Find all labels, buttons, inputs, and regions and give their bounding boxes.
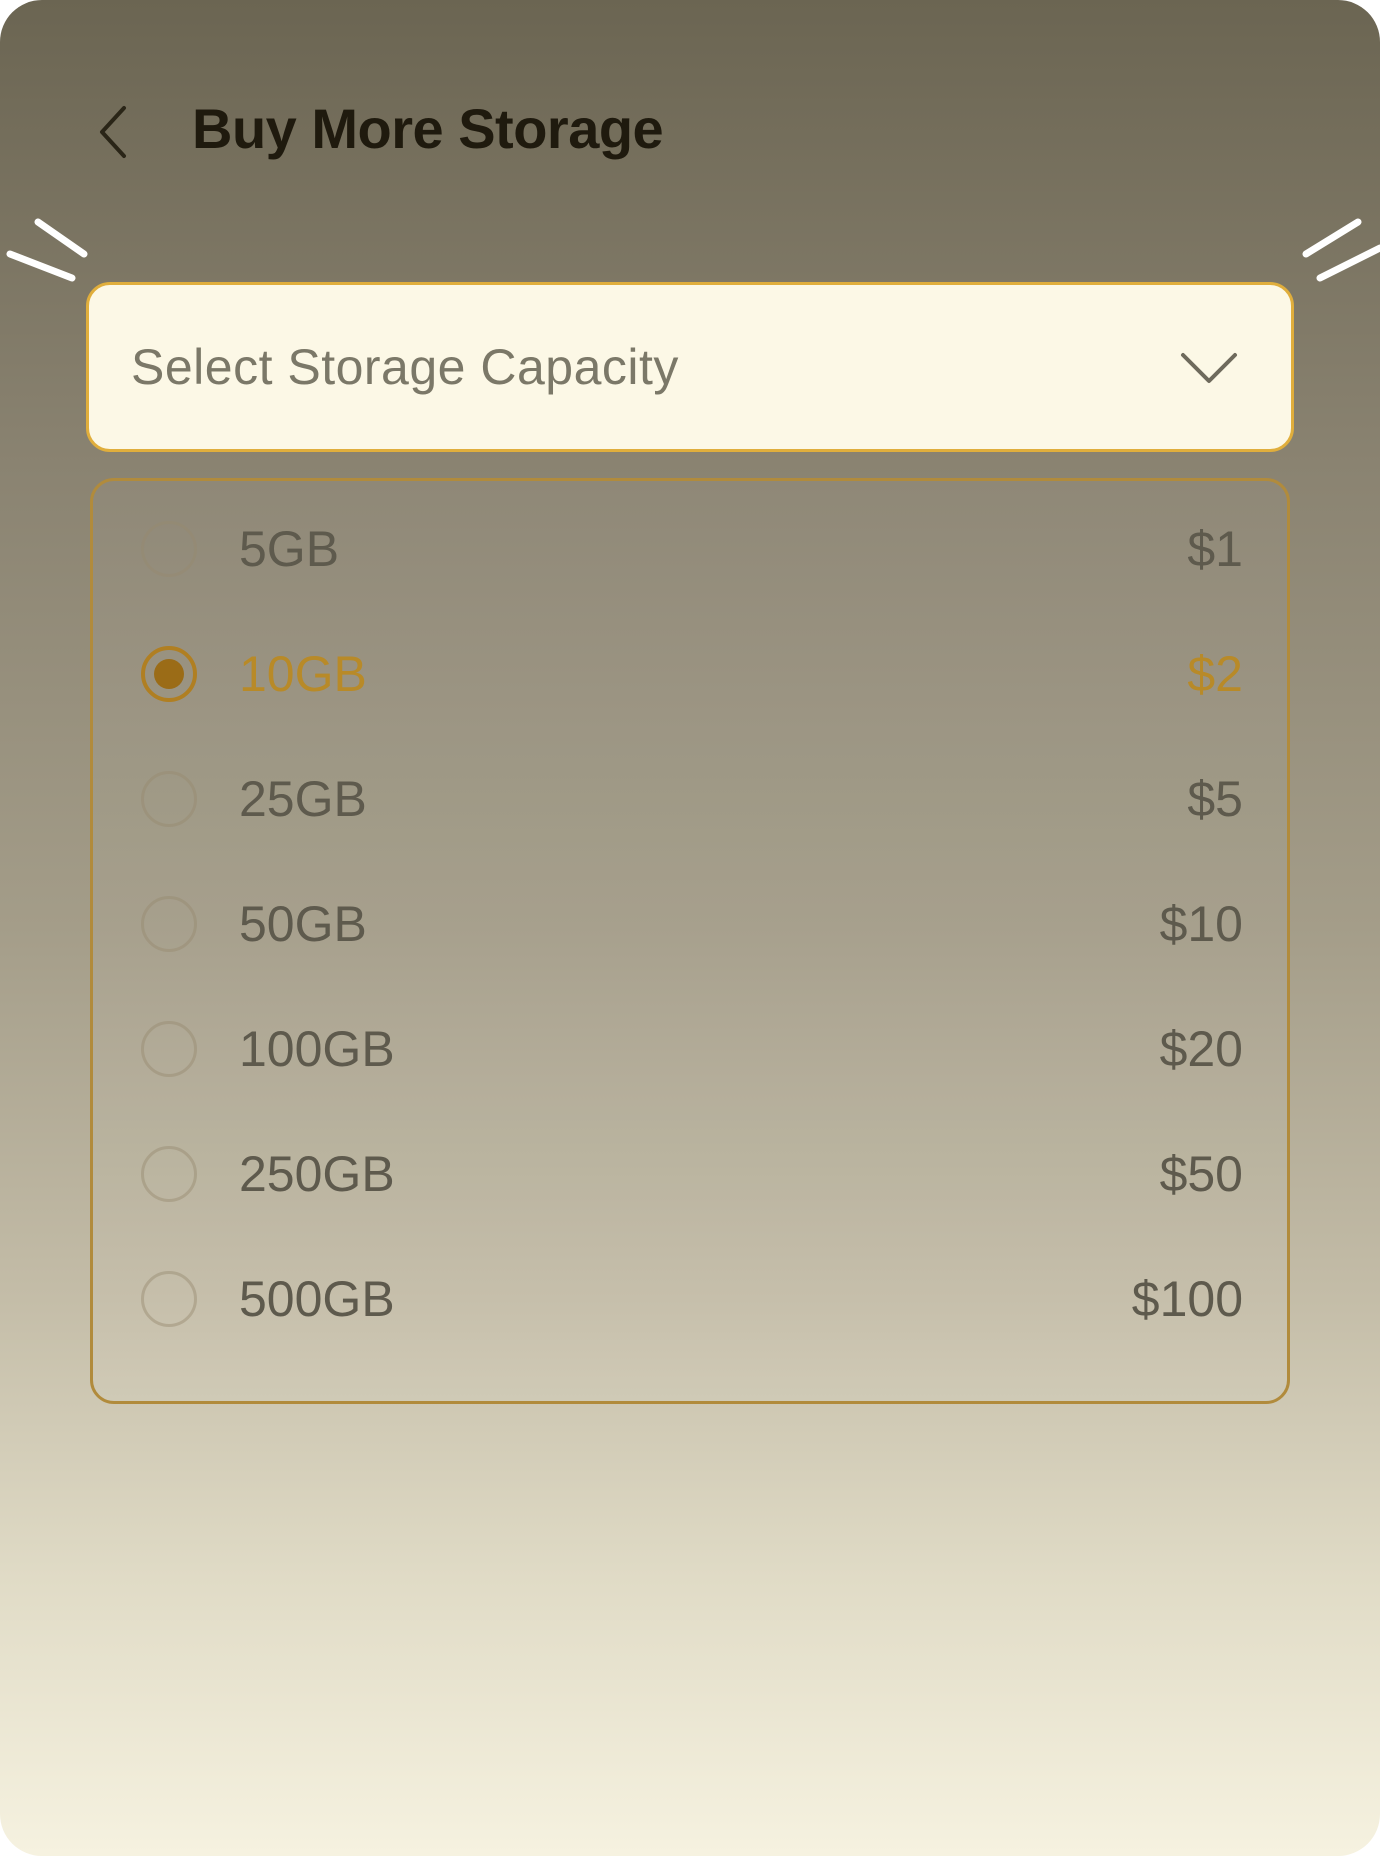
storage-capacity-select[interactable]: Select Storage Capacity bbox=[86, 282, 1294, 452]
sparkle-left-icon bbox=[6, 218, 88, 282]
header: Buy More Storage bbox=[0, 0, 1380, 260]
option-label: 250GB bbox=[239, 1146, 395, 1202]
radio-dot bbox=[154, 659, 184, 689]
option-label: 5GB bbox=[239, 521, 340, 577]
radio-button[interactable] bbox=[141, 1146, 197, 1202]
option-price: $10 bbox=[1159, 896, 1243, 952]
option-100gb[interactable]: 100GB $20 bbox=[93, 987, 1287, 1111]
option-5gb[interactable]: 5GB $1 bbox=[93, 487, 1287, 611]
option-10gb[interactable]: 10GB $2 bbox=[93, 612, 1287, 736]
radio-button[interactable] bbox=[141, 1021, 197, 1077]
option-500gb[interactable]: 500GB $100 bbox=[93, 1237, 1287, 1361]
option-label: 10GB bbox=[239, 646, 367, 702]
chevron-left-icon bbox=[100, 106, 126, 158]
sparkle-right-icon bbox=[1302, 218, 1380, 282]
option-price: $50 bbox=[1159, 1146, 1243, 1202]
option-price: $1 bbox=[1187, 521, 1243, 577]
radio-button[interactable] bbox=[141, 1271, 197, 1327]
select-placeholder: Select Storage Capacity bbox=[131, 339, 679, 395]
page-title: Buy More Storage bbox=[192, 97, 664, 160]
option-label: 500GB bbox=[239, 1271, 395, 1327]
option-250gb[interactable]: 250GB $50 bbox=[93, 1112, 1287, 1236]
option-50gb[interactable]: 50GB $10 bbox=[93, 862, 1287, 986]
option-price: $20 bbox=[1159, 1021, 1243, 1077]
option-25gb[interactable]: 25GB $5 bbox=[93, 737, 1287, 861]
option-label: 25GB bbox=[239, 771, 367, 827]
option-label: 100GB bbox=[239, 1021, 395, 1077]
radio-button[interactable] bbox=[141, 771, 197, 827]
storage-options-list: 5GB $1 10GB $2 25GB $5 50GB $10 100GB $2… bbox=[90, 478, 1290, 1404]
screen: Buy More Storage Select Storage Capacity… bbox=[0, 0, 1380, 1856]
option-price: $100 bbox=[1131, 1271, 1243, 1327]
option-label: 50GB bbox=[239, 896, 367, 952]
back-button[interactable] bbox=[84, 96, 140, 168]
radio-button[interactable] bbox=[141, 521, 197, 577]
option-price: $5 bbox=[1187, 771, 1243, 827]
option-price: $2 bbox=[1187, 646, 1243, 702]
chevron-down-icon bbox=[1181, 353, 1237, 383]
radio-button[interactable] bbox=[141, 896, 197, 952]
radio-button-selected[interactable] bbox=[141, 646, 197, 702]
